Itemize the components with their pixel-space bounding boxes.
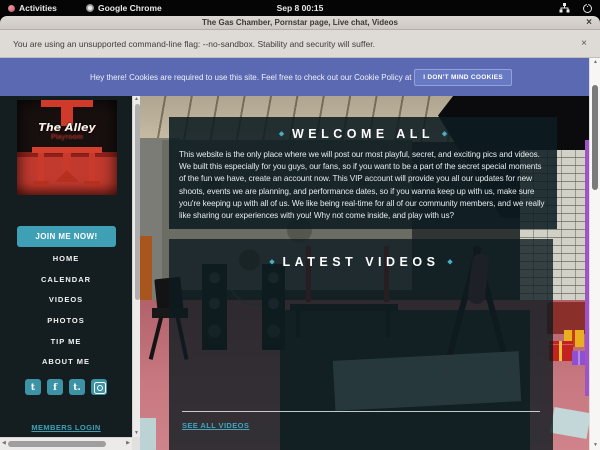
latest-videos-heading: ◆ LATEST VIDEOS ◆ — [169, 239, 553, 269]
diamond-icon: ◆ — [447, 258, 452, 266]
welcome-body-text: This website is the only place where we … — [179, 149, 549, 222]
social-links: t f t. — [0, 379, 132, 396]
latest-videos-section: ◆ LATEST VIDEOS ◆ SEE ALL VIDEOS — [169, 239, 553, 450]
clock-button[interactable]: Sep 8 00:15 — [0, 0, 600, 16]
sidebar-vertical-scrollbar-thumb[interactable] — [135, 104, 140, 300]
clock-label: Sep 8 00:15 — [277, 3, 324, 13]
twitter-icon[interactable]: t — [25, 379, 41, 395]
scroll-right-icon[interactable]: ▶ — [126, 441, 130, 446]
logo-stand — [89, 153, 95, 183]
see-all-videos-link[interactable]: SEE ALL VIDEOS — [182, 421, 249, 430]
scroll-up-icon[interactable]: ▲ — [134, 97, 139, 102]
sidebar-item-videos[interactable]: VIDEOS — [0, 290, 132, 311]
site-logo-image[interactable]: The Alley Playroom — [17, 100, 117, 195]
window-close-icon[interactable]: × — [586, 17, 592, 28]
scroll-left-icon[interactable]: ◀ — [2, 441, 6, 446]
diamond-icon: ◆ — [442, 130, 447, 138]
power-icon — [583, 4, 592, 13]
scroll-down-icon[interactable]: ▼ — [593, 443, 598, 448]
logo-stand — [38, 153, 44, 183]
cookie-banner: Hey there! Cookies are required to use t… — [0, 58, 589, 96]
instagram-icon[interactable] — [91, 379, 107, 395]
logo-stand — [33, 181, 49, 186]
welcome-heading: ◆ WELCOME ALL ◆ — [169, 127, 557, 141]
sidebar-item-home[interactable]: HOME — [0, 249, 132, 270]
window-titlebar: The Gas Chamber, Pornstar page, Live cha… — [0, 16, 600, 30]
scrollbar-corner — [132, 437, 140, 450]
logo-stand — [55, 170, 79, 182]
flag-warning-text: You are using an unsupported command-lin… — [13, 39, 375, 49]
sidebar: The Alley Playroom JOIN ME NOW! HOME CAL… — [0, 96, 132, 437]
cookie-accept-button[interactable]: I DON'T MIND COOKIES — [414, 69, 512, 86]
sidebar-vertical-scrollbar[interactable]: ▲ ▼ — [132, 96, 140, 437]
scroll-down-icon[interactable]: ▼ — [134, 431, 139, 436]
facebook-icon[interactable]: f — [47, 379, 63, 395]
scroll-up-icon[interactable]: ▲ — [593, 60, 598, 65]
sidebar-item-tip-me[interactable]: TIP ME — [0, 332, 132, 353]
logo-text: The Alley — [17, 121, 117, 134]
welcome-section: ◆ WELCOME ALL ◆ This website is the only… — [169, 117, 557, 229]
sidebar-item-photos[interactable]: PHOTOS — [0, 311, 132, 332]
divider-line — [182, 411, 540, 412]
cookie-message: Hey there! Cookies are required to use t… — [90, 58, 446, 96]
members-login-link[interactable]: MEMBERS LOGIN — [0, 423, 132, 432]
latest-videos-title: LATEST VIDEOS — [283, 255, 440, 269]
sidebar-item-about-me[interactable]: ABOUT ME — [0, 352, 132, 373]
sidebar-item-calendar[interactable]: CALENDAR — [0, 270, 132, 291]
sidebar-horizontal-scrollbar[interactable]: ◀ ▶ — [0, 437, 132, 450]
infobar-close-icon[interactable]: × — [581, 38, 587, 49]
page-vertical-scrollbar-thumb[interactable] — [592, 85, 598, 190]
power-menu-button[interactable] — [583, 0, 592, 16]
network-icon — [559, 3, 570, 13]
gnome-top-bar: Activities Google Chrome Sep 8 00:15 — [0, 0, 600, 16]
page-vertical-scrollbar[interactable]: ▲ ▼ — [589, 58, 600, 450]
window-title: The Gas Chamber, Pornstar page, Live cha… — [202, 18, 398, 27]
diamond-icon: ◆ — [279, 130, 284, 138]
logo-subtext: Playroom — [17, 134, 117, 141]
join-me-now-button[interactable]: JOIN ME NOW! — [17, 226, 116, 247]
tumblr-icon[interactable]: t. — [69, 379, 85, 395]
logo-stand — [84, 181, 100, 186]
photo-mat — [140, 418, 156, 450]
sidebar-nav: HOME CALENDAR VIDEOS PHOTOS TIP ME ABOUT… — [0, 249, 132, 373]
sidebar-horizontal-scrollbar-thumb[interactable] — [8, 441, 106, 447]
diamond-icon: ◆ — [270, 258, 275, 266]
welcome-title: WELCOME ALL — [292, 127, 434, 141]
network-indicator[interactable] — [559, 0, 570, 16]
flag-warning-bar: You are using an unsupported command-lin… — [0, 30, 600, 58]
